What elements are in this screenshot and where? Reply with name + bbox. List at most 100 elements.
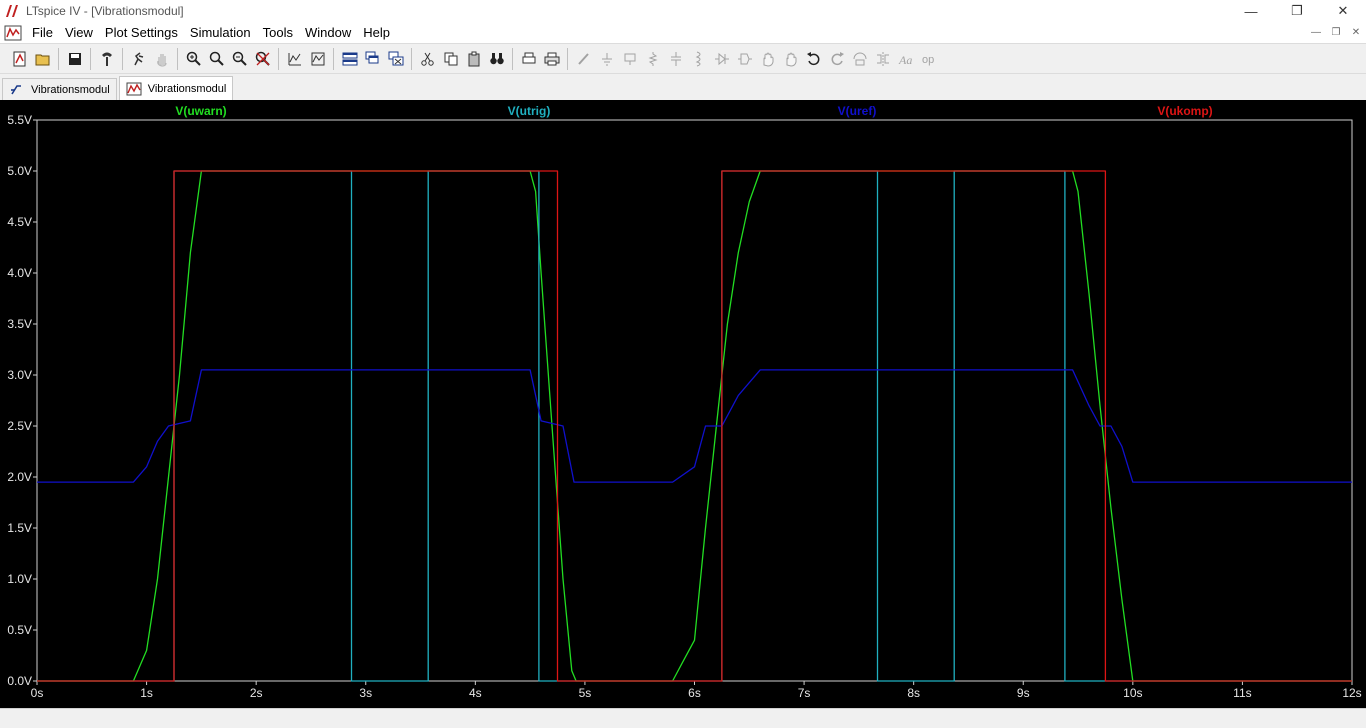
text-icon: Aa [898,53,912,67]
legend-label: V(utrig) [508,104,551,118]
toolbar-separator [122,47,123,70]
waveform-doc-icon[interactable] [4,25,22,41]
y-tick-label: 0.0V [7,674,32,688]
new-schematic-button[interactable] [9,48,31,70]
x-tick-label: 6s [688,686,701,700]
menu-tools[interactable]: Tools [257,22,299,43]
zoom-area-button[interactable] [206,48,228,70]
minimize-button[interactable]: — [1228,0,1274,22]
toolbar-separator [333,47,334,70]
x-tick-label: 3s [359,686,372,700]
run-icon [133,51,143,65]
y-tick-label: 4.0V [7,266,32,280]
print-preview-button[interactable] [518,48,540,70]
capacitor-button[interactable] [665,48,687,70]
inductor-button[interactable] [688,48,710,70]
restore-button[interactable]: ❐ [1274,0,1320,22]
waveform-icon [126,82,142,95]
menu-simulation[interactable]: Simulation [184,22,257,43]
close-all-button[interactable] [385,48,407,70]
cascade-button[interactable] [362,48,384,70]
y-tick-label: 3.5V [7,317,32,331]
redo-button[interactable] [826,48,848,70]
drag-button[interactable] [780,48,802,70]
series-line-vuwarn [37,170,1352,682]
tab-waveform[interactable]: Vibrationsmodul [118,76,234,100]
rotate-icon [853,52,866,65]
text-button[interactable]: Aa [895,48,917,70]
diode-button[interactable] [711,48,733,70]
mdi-minimize-button[interactable]: — [1306,22,1326,43]
schematic-icon [11,84,21,94]
menu-help[interactable]: Help [357,22,396,43]
menu-window[interactable]: Window [299,22,357,43]
series-line-vuref [37,369,1352,483]
toolbar-separator [411,47,412,70]
print-button[interactable] [541,48,563,70]
tab-schematic[interactable]: Vibrationsmodul [2,78,117,100]
label-net-button[interactable] [619,48,641,70]
find-button[interactable] [486,48,508,70]
waveform-chart[interactable]: 0.0V 0.5V 1.0V 1.5V 2.0V 2.5V 3.0V 3.5V 4.0V 4.5V… [0,100,1366,708]
toolbar-separator [278,47,279,70]
component-icon [737,53,752,64]
copy-button[interactable] [440,48,462,70]
cascade-icon [365,51,378,63]
waveform-icon [311,52,324,65]
paste-button[interactable] [463,48,485,70]
waveform-button[interactable] [307,48,329,70]
control-panel-button[interactable] [96,48,118,70]
toolbar-separator [512,47,513,70]
x-tick-label: 7s [798,686,811,700]
paste-icon [468,51,479,66]
zoom-in-button[interactable] [183,48,205,70]
ltspice-app-icon [6,5,18,17]
cut-button[interactable] [417,48,439,70]
autorange-button[interactable] [284,48,306,70]
tab-bar: Vibrationsmodul Vibrationsmodul [0,75,1366,100]
wire-button[interactable] [573,48,595,70]
x-tick-label: 1s [140,686,153,700]
zoom-in-icon [186,51,201,66]
zoom-out-button[interactable] [229,48,251,70]
close-button[interactable]: ✕ [1320,0,1366,22]
diode-icon [714,52,729,65]
mirror-button[interactable] [872,48,894,70]
svg-text:Aa: Aa [898,53,912,67]
resistor-button[interactable] [642,48,664,70]
mdi-close-button[interactable]: ✕ [1346,22,1366,43]
undo-button[interactable] [803,48,825,70]
ground-button[interactable] [596,48,618,70]
status-bar [0,708,1366,728]
y-tick-label: 0.5V [7,623,32,637]
toolbar-separator [177,47,178,70]
wire-icon [577,52,589,65]
run-button[interactable] [128,48,150,70]
waveform-plot[interactable]: 0.0V 0.5V 1.0V 1.5V 2.0V 2.5V 3.0V 3.5V 4.0V 4.5V… [0,100,1366,708]
move-button[interactable] [757,48,779,70]
zoom-cancel-button[interactable] [252,48,274,70]
menu-plot-settings[interactable]: Plot Settings [99,22,184,43]
menu-file[interactable]: File [26,22,59,43]
print-preview-icon [522,52,535,63]
open-button[interactable] [32,48,54,70]
copy-icon [444,52,457,65]
label-net-icon [624,53,635,65]
y-tick-label: 4.5V [7,215,32,229]
title-bar: LTspice IV - [Vibrationsmodul] — ❐ ✕ [0,0,1366,22]
spice-directive-button[interactable]: op [918,48,940,70]
mdi-restore-button[interactable]: ❐ [1326,22,1346,43]
component-button[interactable] [734,48,756,70]
toolbar: Aa op [0,43,1366,74]
x-tick-label: 5s [579,686,592,700]
rotate-button[interactable] [849,48,871,70]
x-tick-label: 10s [1123,686,1142,700]
save-button[interactable] [64,48,86,70]
svg-text:op: op [922,54,934,66]
menu-view[interactable]: View [59,22,99,43]
find-icon [489,52,504,64]
series-line-vutrig [37,170,1352,682]
tile-horizontal-button[interactable] [339,48,361,70]
halt-button[interactable] [151,48,173,70]
x-tick-label: 11s [1233,686,1251,700]
